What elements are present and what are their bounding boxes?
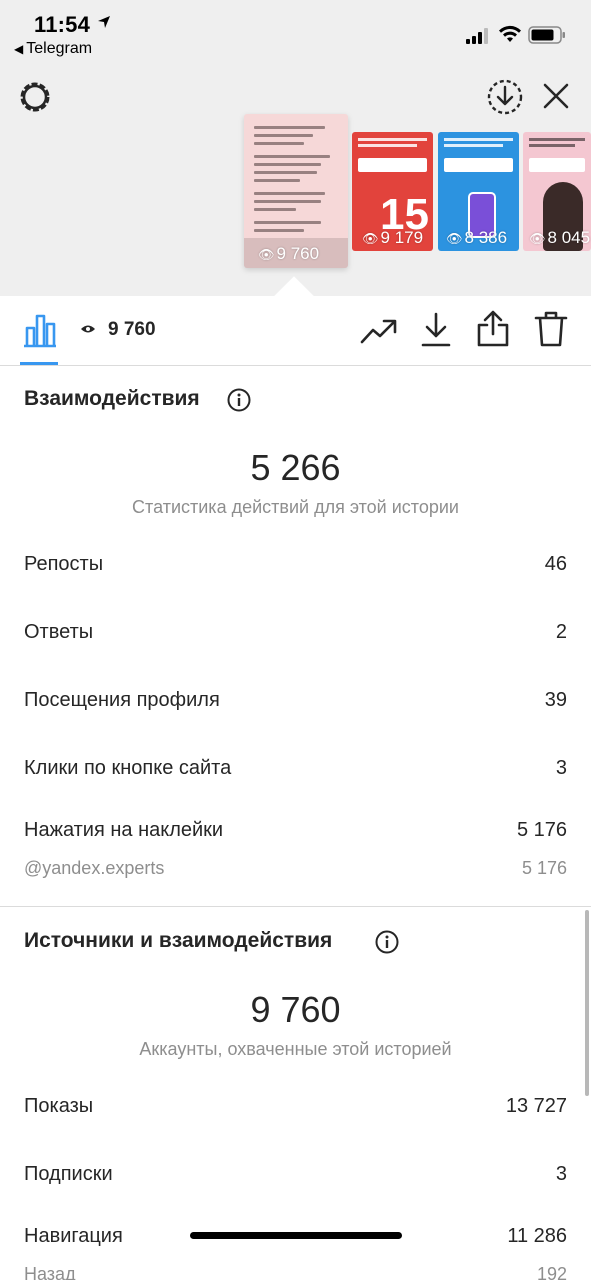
row-label: Репосты: [24, 553, 104, 575]
story-views-label: 👁 8 045: [529, 228, 591, 247]
row-value: 3: [555, 1163, 567, 1185]
interactions-title: Взаимодействия: [24, 387, 200, 410]
discovery-title: Источники и взаимодействия: [24, 929, 333, 952]
story-text-preview: [254, 126, 338, 237]
row-value: 11 286: [507, 1225, 567, 1247]
row-value: 3: [555, 757, 567, 779]
sticker-value: 5 176: [521, 858, 567, 878]
row-label: Ответы: [24, 621, 94, 643]
bar-chart-icon[interactable]: [22, 312, 58, 348]
eye-icon: 👁: [446, 231, 463, 246]
location-arrow-icon: [98, 16, 110, 28]
back-app-label: Telegram: [26, 40, 93, 57]
row-value: 5 176: [516, 819, 567, 841]
interactions-total: 5 266: [250, 447, 341, 488]
trending-up-icon[interactable]: [360, 316, 398, 346]
eye-icon: 👁: [258, 247, 275, 262]
story-thumbnail[interactable]: 15 👁 9 179: [352, 132, 433, 251]
row-value: 2: [555, 621, 567, 643]
eye-icon: [81, 325, 95, 333]
sticker-label: @yandex.experts: [24, 858, 165, 878]
reach-total: 9 760: [250, 989, 341, 1030]
section-divider: [0, 906, 591, 907]
back-value: 192: [536, 1264, 567, 1280]
close-icon[interactable]: [540, 80, 572, 112]
info-icon[interactable]: [375, 930, 399, 954]
row-label: Навигация: [24, 1225, 123, 1247]
story-thumbnail[interactable]: 👁 8 045: [523, 132, 591, 251]
back-label: Назад: [24, 1264, 76, 1280]
status-bar: 11:54 ◀ Telegram: [0, 0, 591, 64]
story-thumbnail-selected[interactable]: 👁 9 760: [244, 114, 348, 268]
eye-icon: 👁: [362, 231, 379, 246]
wifi-icon: [499, 25, 521, 42]
row-value: 13 727: [505, 1095, 567, 1117]
info-icon[interactable]: [227, 388, 251, 412]
story-views-label: 👁 8 386: [446, 228, 508, 247]
active-tab-indicator: [20, 362, 58, 365]
insights-toolbar: 9 760: [0, 296, 591, 366]
story-thumbnail[interactable]: 👁 8 386: [438, 132, 519, 251]
download-circle-icon[interactable]: [486, 78, 524, 116]
row-label: Нажатия на наклейки: [24, 819, 224, 841]
story-views-label: 👁 9 760: [258, 244, 320, 263]
share-icon[interactable]: [476, 310, 510, 348]
interactions-caption: Статистика действий для этой истории: [132, 497, 459, 517]
status-time: 11:54: [34, 12, 91, 37]
cellular-signal-icon: [466, 28, 488, 44]
row-label: Посещения профиля: [24, 689, 220, 711]
row-label: Подписки: [24, 1163, 113, 1185]
download-icon[interactable]: [420, 312, 452, 348]
scrollbar[interactable]: [585, 910, 589, 1096]
back-arrow-icon: ◀: [14, 42, 24, 56]
reach-caption: Аккаунты, охваченные этой историей: [139, 1039, 452, 1059]
back-to-telegram-link[interactable]: ◀ Telegram: [14, 40, 92, 58]
home-indicator[interactable]: [190, 1232, 402, 1239]
trash-icon[interactable]: [534, 310, 568, 348]
row-label: Показы: [24, 1095, 94, 1117]
gear-icon[interactable]: [16, 78, 54, 116]
eye-icon: 👁: [529, 231, 546, 246]
views-count: 9 760: [108, 319, 156, 340]
story-preview-area: 11:54 ◀ Telegram 👁 9 760 15 👁 9 179 👁 8 …: [0, 0, 591, 296]
battery-icon: [528, 26, 565, 44]
row-value: 39: [544, 689, 567, 711]
story-views-label: 👁 9 179: [362, 228, 424, 247]
row-value: 46: [544, 553, 567, 575]
row-label: Клики по кнопке сайта: [24, 757, 232, 779]
